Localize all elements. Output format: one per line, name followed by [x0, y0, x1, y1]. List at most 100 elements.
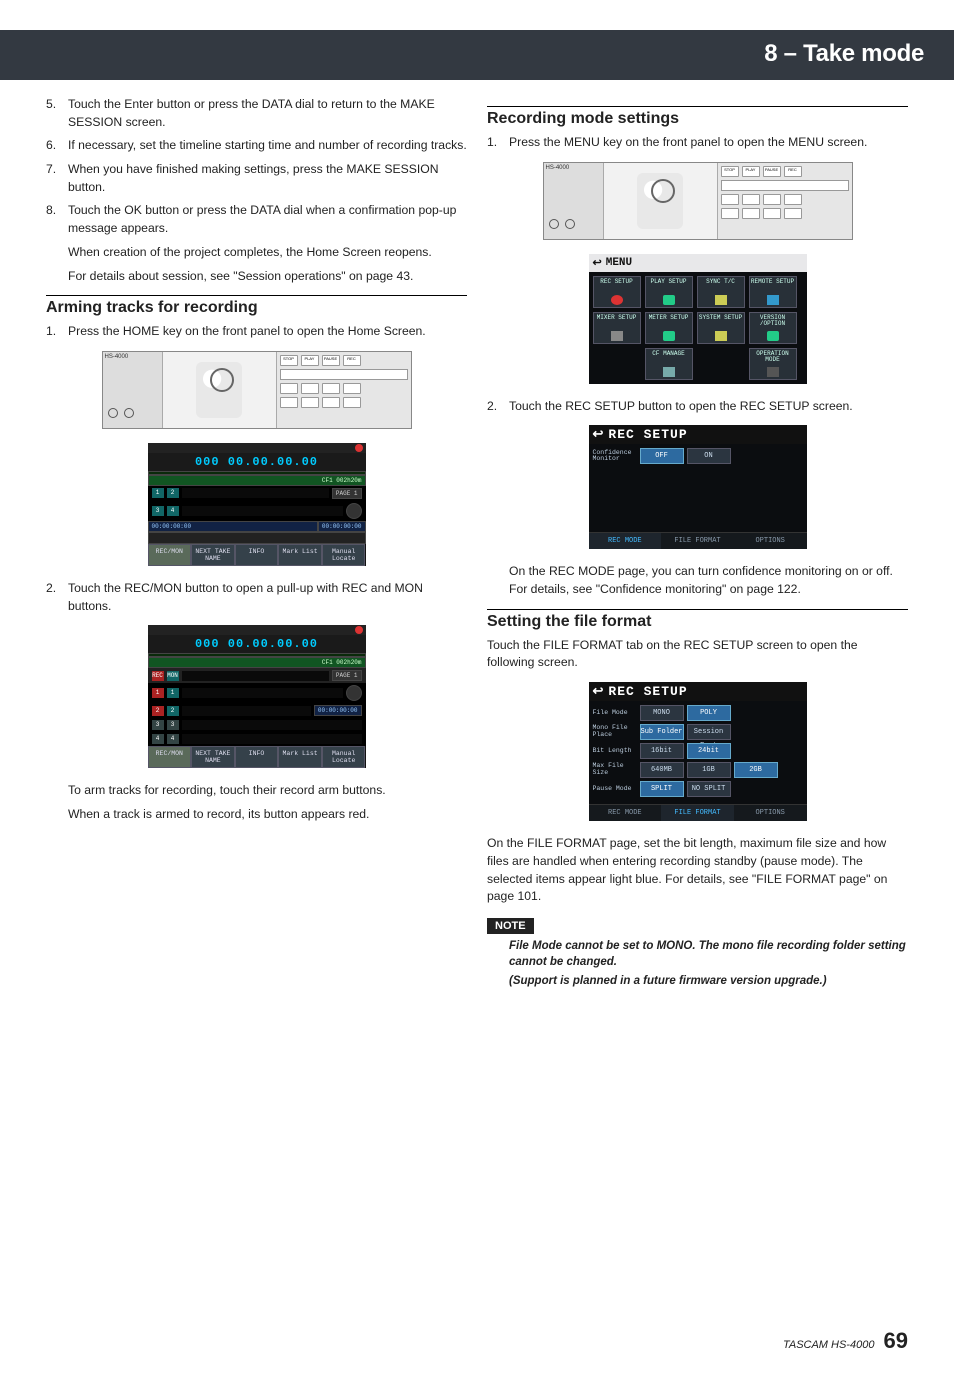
step-num: 1. — [487, 134, 509, 152]
option-640mb[interactable]: 640MB — [640, 762, 684, 778]
recmon-screen-figure: 000 00.00.00.00 CF1 002h20m REC MON PAGE… — [148, 625, 366, 768]
manual-locate-button[interactable]: Manual Locate — [322, 544, 366, 566]
jog-icon — [346, 685, 362, 701]
setting-label: Confidence Monitor — [593, 450, 637, 464]
option-2gb[interactable]: 2GB — [734, 762, 778, 778]
rec-arm-button[interactable]: 4 — [152, 734, 164, 744]
option-subfolder[interactable]: Sub Folder — [640, 724, 684, 740]
manual-locate-button[interactable]: Manual Locate — [322, 746, 366, 768]
mini-button — [343, 397, 361, 408]
tab-file-format[interactable]: FILE FORMAT — [661, 805, 734, 821]
next-take-name-button[interactable]: NEXT TAKE NAME — [191, 746, 235, 768]
tab-options[interactable]: OPTIONS — [734, 533, 807, 549]
note-text: (Support is planned in a future firmware… — [509, 973, 908, 989]
time-end: 00:00:00:00 — [314, 705, 362, 716]
menu-mixer-setup[interactable]: MIXER SETUP — [593, 312, 641, 344]
mini-button — [322, 397, 340, 408]
tab-rec-mode[interactable]: REC MODE — [589, 805, 662, 821]
option-mono[interactable]: MONO — [640, 705, 684, 721]
timecode-display: 000 00.00.00.00 — [148, 453, 366, 471]
back-arrow-icon: ↩ — [593, 256, 602, 270]
mini-button — [301, 397, 319, 408]
mon-button[interactable]: 4 — [167, 734, 179, 744]
page-content: 5.Touch the Enter button or press the DA… — [0, 96, 954, 992]
menu-rec-setup[interactable]: REC SETUP — [593, 276, 641, 308]
step-num: 2. — [487, 398, 509, 416]
transport-play-icon: PLAY — [301, 355, 319, 366]
mark-list-button[interactable]: Mark List — [278, 746, 322, 768]
option-split[interactable]: SPLIT — [640, 781, 684, 797]
setting-label: Max File Size — [593, 763, 637, 777]
cf-icon — [663, 367, 675, 377]
step-num: 6. — [46, 137, 68, 155]
meter-area — [182, 671, 329, 681]
menu-cf-manage[interactable]: CF MANAGE — [645, 348, 693, 380]
next-take-name-button[interactable]: NEXT TAKE NAME — [191, 544, 235, 566]
rec-arm-button[interactable]: 3 — [152, 720, 164, 730]
recmon-button[interactable]: REC/MON — [148, 746, 192, 768]
transport-stop-icon: STOP — [280, 355, 298, 366]
page-indicator: PAGE 1 — [332, 488, 362, 499]
option-nosplit[interactable]: NO SPLIT — [687, 781, 731, 797]
mini-button — [784, 194, 802, 205]
mon-button[interactable]: 1 — [167, 688, 179, 698]
meter-area — [182, 688, 343, 698]
menu-operation-mode[interactable]: OPERATION MODE — [749, 348, 797, 380]
info-button[interactable]: INFO — [235, 544, 279, 566]
option-poly[interactable]: POLY — [687, 705, 731, 721]
mini-button — [763, 194, 781, 205]
transport-pause-icon: PAUSE — [763, 166, 781, 177]
section-arming: Arming tracks for recording — [46, 295, 467, 317]
mark-list-button[interactable]: Mark List — [278, 544, 322, 566]
chapter-header: 8 – Take mode — [0, 30, 954, 80]
mon-button[interactable]: 2 — [167, 706, 179, 716]
sync-icon — [715, 295, 727, 305]
time-end: 00:00:00:00 — [318, 521, 366, 532]
knob-icon — [565, 219, 575, 229]
section-rec-mode: Recording mode settings — [487, 106, 908, 128]
menu-version[interactable]: VERSION /OPTION — [749, 312, 797, 344]
menu-system-setup[interactable]: SYSTEM SETUP — [697, 312, 745, 344]
tab-file-format[interactable]: FILE FORMAT — [661, 533, 734, 549]
mini-button — [301, 383, 319, 394]
step-text: Press the HOME key on the front panel to… — [68, 323, 467, 341]
menu-meter-setup[interactable]: METER SETUP — [645, 312, 693, 344]
option-on[interactable]: ON — [687, 448, 731, 464]
page-footer: TASCAM HS-4000 69 — [783, 1328, 908, 1354]
page-number: 69 — [884, 1328, 908, 1353]
step-note: When creation of the project completes, … — [68, 244, 467, 262]
menu-remote-setup[interactable]: REMOTE SETUP — [749, 276, 797, 308]
knob-icon — [549, 219, 559, 229]
back-arrow-icon: ↩ — [593, 684, 605, 699]
rec-indicator-icon — [355, 626, 363, 634]
mini-button — [721, 194, 739, 205]
rec-arm-button[interactable]: 1 — [152, 688, 164, 698]
recmon-button[interactable]: REC/MON — [148, 544, 192, 566]
button-row — [721, 180, 849, 191]
screen-title: REC SETUP — [608, 684, 687, 699]
setting-label: Pause Mode — [593, 786, 637, 793]
mon-button[interactable]: 3 — [167, 720, 179, 730]
option-off[interactable]: OFF — [640, 448, 684, 464]
option-1gb[interactable]: 1GB — [687, 762, 731, 778]
tab-rec-mode[interactable]: REC MODE — [589, 533, 662, 549]
home-screen-figure: 000 00.00.00.00 CF1 002h20m 1 2 PAGE 1 3… — [148, 443, 366, 566]
option-sessionroot[interactable]: Session Root — [687, 724, 731, 740]
tab-options[interactable]: OPTIONS — [734, 805, 807, 821]
button-row — [280, 369, 408, 380]
rec-arm-button[interactable]: 2 — [152, 706, 164, 716]
meter-icon — [663, 331, 675, 341]
option-24bit[interactable]: 24bit — [687, 743, 731, 759]
menu-sync-tc[interactable]: SYNC T/C — [697, 276, 745, 308]
paragraph: On the FILE FORMAT page, set the bit len… — [487, 835, 908, 906]
info-button[interactable]: INFO — [235, 746, 279, 768]
meter-area — [182, 488, 329, 498]
hand-press-icon — [637, 173, 683, 229]
option-16bit[interactable]: 16bit — [640, 743, 684, 759]
track-cell: 4 — [167, 506, 179, 516]
menu-play-setup[interactable]: PLAY SETUP — [645, 276, 693, 308]
mini-button — [721, 208, 739, 219]
rec-setup-fileformat-figure: ↩REC SETUP File ModeMONOPOLY Mono File P… — [589, 682, 807, 821]
left-column: 5.Touch the Enter button or press the DA… — [46, 96, 467, 992]
knob-icon — [108, 408, 118, 418]
